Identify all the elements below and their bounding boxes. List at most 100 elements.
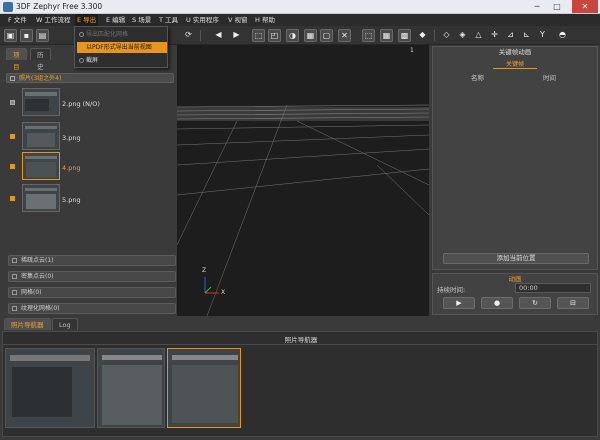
navigator-thumbnail[interactable] [167,348,241,428]
app-icon [3,2,13,12]
export-menu: 导出匹配化网格 以PDF形式导出当前视图 截屏 [74,26,168,68]
menu-utilities[interactable]: U 实用程序 [184,14,221,26]
menu-edit[interactable]: E 编辑 [104,14,127,26]
delete-icon[interactable]: ✕ [338,29,351,42]
navigator-thumbnail[interactable] [97,348,165,428]
group-label: 网格(0) [21,289,42,296]
group-label: 纹理化网格(0) [21,305,60,312]
photo-checkbox[interactable] [10,134,15,139]
toolbar-separator [434,30,435,41]
measure-icon[interactable]: ⊾ [520,29,533,42]
play-button[interactable]: ▶ [443,297,475,309]
camera-frustum-icon[interactable]: △ [472,29,485,42]
window-title: 3DF Zephyr Free 3.300 [16,2,103,11]
mask-icon[interactable]: ◓ [556,29,569,42]
invert-selection-icon[interactable]: ◑ [286,29,299,42]
tab-project[interactable]: 项目 [6,48,27,71]
duration-label: 持续时间: [437,286,466,294]
project-panel: 项目 历史 照片(3组之外4) 2.png (N/O) 3.png 4.png … [4,46,176,316]
collapse-icon [10,76,15,81]
new-project-icon[interactable]: ▣ [4,29,17,42]
title-bar: 3DF Zephyr Free 3.300 ─ □ ✕ [0,0,600,14]
photo-name: 5.png [62,196,81,204]
axis-x-label: X [221,289,226,296]
gizmo-icon[interactable]: ⊿ [504,29,517,42]
keyframe-panel-title: 关键帧动画 [498,48,532,56]
add-current-position-button[interactable]: 添加当前位置 [443,253,589,264]
screenshot-label: 截屏 [86,57,99,64]
photo-checkbox[interactable] [10,100,15,105]
duration-input[interactable]: 00:00 [515,283,591,293]
photo-thumbnail [22,152,60,180]
photo-thumbnail [22,122,60,150]
lasso-icon[interactable]: ◰ [268,29,281,42]
open-icon[interactable]: ▤ [36,29,49,42]
select-all-icon[interactable]: ▦ [304,29,317,42]
3d-viewport[interactable]: 1 Z X [177,45,429,316]
expand-icon [12,290,17,295]
menu-tools[interactable]: T 工具 [157,14,180,26]
undo-icon[interactable]: ◀ [212,29,225,42]
animation-panel: 动画 持续时间: 00:00 ▶ ● ↻ ⊟ [432,273,598,315]
menu-scene[interactable]: S 场景 [130,14,153,26]
sparse-cloud-group[interactable]: 稀疏点云(1) [8,255,176,266]
toolbar-separator [200,30,201,41]
photo-group-header[interactable]: 照片(3组之外4) [6,73,174,83]
keyframe-list[interactable] [436,81,594,251]
redo-icon[interactable]: ▶ [230,29,243,42]
refresh-icon[interactable]: ⟳ [182,29,195,42]
minimize-button[interactable]: ─ [528,0,546,13]
tab-photo-navigator[interactable]: 照片导航器 [4,318,51,330]
photo-checkbox[interactable] [10,164,15,169]
photo-item[interactable]: 2.png (N/O) [10,88,170,116]
grid-icon[interactable]: ▦ [380,29,393,42]
photo-item[interactable]: 5.png [10,184,170,212]
expand-icon [12,258,17,263]
tool-icon[interactable]: Y [536,29,549,42]
menu-file[interactable]: F 文件 [6,14,29,26]
mesh-group[interactable]: 网格(0) [8,287,176,298]
wireframe-icon[interactable]: ◇ [440,29,453,42]
divider [3,344,597,345]
maximize-button[interactable]: □ [548,0,566,13]
animation-sidebar: 关键帧动画 关键帧 名称 时间 添加当前位置 动画 持续时间: 00:00 ▶ … [430,45,600,316]
photo-navigator: 照片导航器 [2,331,598,437]
tab-log[interactable]: Log [52,318,78,330]
menu-export[interactable]: E 导出 [75,14,99,26]
dense-cloud-group[interactable]: 密集点云(0) [8,271,176,282]
menu-help[interactable]: H 帮助 [253,14,277,26]
photo-navigator-title: 照片导航器 [284,336,318,344]
navigator-thumbnail[interactable] [5,348,95,428]
mesh-icon [79,32,84,37]
close-button[interactable]: ✕ [572,0,598,13]
export-pdf-label: 以PDF形式导出当前视图 [86,44,152,51]
photo-name: 4.png [62,164,81,172]
loop-button[interactable]: ↻ [519,297,551,309]
photo-checkbox[interactable] [10,196,15,201]
menu-workflow[interactable]: W 工作流程 [34,14,73,26]
export-mesh-item: 导出匹配化网格 [77,29,167,40]
viewport-marker: 1 [410,47,414,54]
select-icon[interactable]: ⬚ [252,29,265,42]
keyframe-section-tab[interactable]: 关键帧 [493,59,537,69]
group-label: 密集点云(0) [21,273,54,280]
deselect-icon[interactable]: ▢ [320,29,333,42]
screenshot-item[interactable]: 截屏 [77,55,167,66]
mesh-view-icon[interactable]: ▩ [398,29,411,42]
expand-icon [12,306,17,311]
export-pdf-item[interactable]: 以PDF形式导出当前视图 [77,42,167,53]
tab-history[interactable]: 历史 [30,48,51,71]
save-animation-button[interactable]: ⊟ [557,297,589,309]
textured-mesh-group[interactable]: 纹理化网格(0) [8,303,176,314]
photo-item[interactable]: 4.png [10,152,170,180]
export-mesh-label: 导出匹配化网格 [86,31,129,38]
photo-item[interactable]: 3.png [10,122,170,150]
save-icon[interactable]: ▪ [20,29,33,42]
menu-view[interactable]: V 视窗 [226,14,250,26]
box-select-icon[interactable]: ⬚ [362,29,375,42]
record-button[interactable]: ● [481,297,513,309]
shaded-icon[interactable]: ◈ [456,29,469,42]
camera-icon [79,58,84,63]
axis-icon[interactable]: ✛ [488,29,501,42]
cube-icon[interactable]: ◆ [416,29,429,42]
